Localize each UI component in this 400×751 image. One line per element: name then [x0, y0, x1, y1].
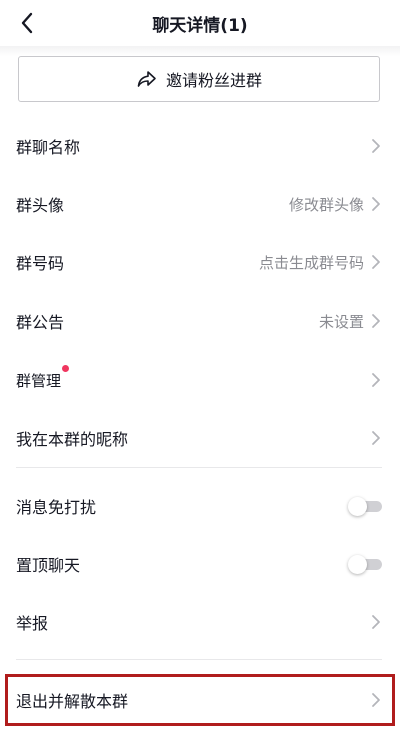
group-avatar-value: 修改群头像: [288, 195, 364, 214]
group-management-row[interactable]: 群管理: [0, 351, 400, 409]
group-number-row[interactable]: 群号码 点击生成群号码: [0, 233, 400, 291]
chevron-right-icon: [370, 614, 382, 630]
my-nickname-row[interactable]: 我在本群的昵称: [0, 409, 400, 467]
my-nickname-label: 我在本群的昵称: [16, 430, 129, 449]
group-avatar-row[interactable]: 群头像 修改群头像: [0, 175, 400, 233]
pin-chat-toggle[interactable]: [348, 555, 382, 574]
section-divider: [16, 467, 382, 468]
group-notice-label: 群公告: [16, 313, 65, 332]
chevron-right-icon: [370, 138, 382, 154]
chevron-right-icon: [370, 692, 382, 708]
chevron-right-icon: [370, 313, 382, 329]
toggle-knob: [348, 555, 367, 574]
back-button[interactable]: [10, 6, 44, 40]
report-row[interactable]: 举报: [0, 593, 400, 651]
invite-fans-label: 邀请粉丝进群: [165, 71, 262, 90]
top-bar: 聊天详情(1): [0, 0, 400, 46]
mute-row: 消息免打扰: [0, 477, 400, 535]
invite-fans-button[interactable]: 邀请粉丝进群: [18, 56, 380, 102]
page-title: 聊天详情(1): [152, 15, 248, 36]
report-label: 举报: [16, 614, 49, 633]
group-name-label: 群聊名称: [16, 138, 81, 157]
chevron-right-icon: [370, 430, 382, 446]
chevron-right-icon: [370, 196, 382, 212]
group-management-label: 群管理: [16, 364, 70, 391]
notification-dot: [62, 364, 70, 372]
chevron-right-icon: [370, 254, 382, 270]
exit-disband-row[interactable]: 退出并解散本群: [0, 671, 400, 729]
section-divider: [16, 659, 382, 660]
group-avatar-label: 群头像: [16, 196, 65, 215]
group-notice-value: 未设置: [318, 312, 364, 331]
exit-disband-label: 退出并解散本群: [16, 692, 129, 711]
group-number-label: 群号码: [16, 254, 65, 273]
pin-chat-label: 置顶聊天: [16, 556, 81, 575]
mute-label: 消息免打扰: [16, 498, 97, 517]
chevron-right-icon: [370, 372, 382, 388]
group-notice-row[interactable]: 群公告 未设置: [0, 292, 400, 350]
pin-chat-row: 置顶聊天: [0, 535, 400, 593]
share-arrow-icon: [136, 68, 158, 90]
header-shadow: [0, 46, 400, 56]
group-number-value: 点击生成群号码: [258, 253, 364, 272]
toggle-knob: [348, 497, 367, 516]
group-management-text: 群管理: [16, 371, 62, 390]
group-name-row[interactable]: 群聊名称: [0, 117, 400, 175]
chevron-left-icon: [21, 12, 33, 34]
mute-toggle[interactable]: [348, 497, 382, 516]
